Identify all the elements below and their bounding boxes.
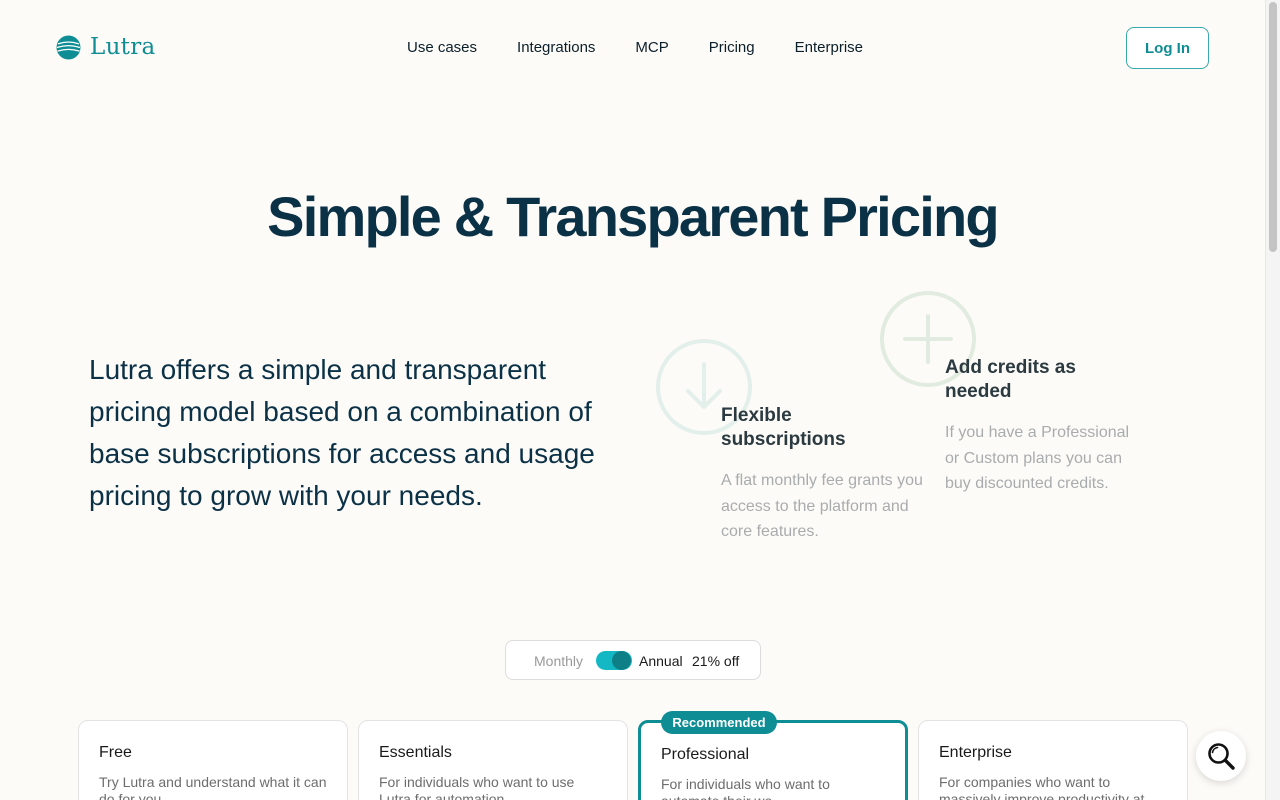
billing-switch[interactable]: [596, 651, 632, 670]
plan-card-essentials[interactable]: Essentials For individuals who want to u…: [358, 720, 628, 800]
plan-name: Essentials: [379, 744, 452, 761]
plan-description: For companies who want to massively impr…: [939, 774, 1145, 800]
page-scrollbar[interactable]: [1265, 0, 1280, 800]
pricing-intro: Lutra offers a simple and transparent pr…: [89, 354, 595, 511]
nav-integrations[interactable]: Integrations: [517, 39, 595, 56]
feature-title: Add credits as needed: [945, 357, 1076, 402]
plan-description: Try Lutra and understand what it can do …: [99, 774, 327, 800]
nav-enterprise[interactable]: Enterprise: [795, 39, 863, 56]
feature-title: Flexible subscriptions: [721, 405, 846, 450]
search-icon: [1208, 743, 1235, 770]
login-button[interactable]: Log In: [1126, 27, 1209, 69]
feature-description: A flat monthly fee grants you access to …: [721, 472, 923, 540]
feature-description: If you have a Professional or Custom pla…: [945, 424, 1130, 492]
recommended-badge: Recommended: [661, 711, 777, 734]
annual-discount-label: 21% off: [692, 653, 740, 669]
floating-search-button[interactable]: [1196, 731, 1246, 781]
brand-logo[interactable]: Lutra: [56, 34, 156, 60]
page-title: Simple & Transparent Pricing: [267, 185, 1000, 248]
nav-pricing[interactable]: Pricing: [709, 39, 755, 56]
billing-period-toggle: Monthly Annual 21% off: [505, 640, 761, 680]
plan-card-free[interactable]: Free Try Lutra and understand what it ca…: [78, 720, 348, 800]
brand-name: Lutra: [90, 34, 156, 60]
nav-use-cases[interactable]: Use cases: [407, 39, 477, 56]
plan-description: For individuals who want to automate the…: [661, 776, 830, 800]
plan-name: Enterprise: [939, 744, 1012, 761]
lutra-logo-icon: [56, 35, 81, 59]
plan-name: Free: [99, 744, 132, 761]
plan-description: For individuals who want to use Lutra fo…: [379, 774, 575, 800]
switch-knob: [612, 651, 631, 670]
nav-mcp[interactable]: MCP: [635, 39, 668, 56]
main-nav: Use cases Integrations MCP Pricing Enter…: [407, 39, 863, 56]
monthly-option[interactable]: Monthly: [534, 653, 583, 669]
plan-card-enterprise[interactable]: Enterprise For companies who want to mas…: [918, 720, 1188, 800]
plan-name: Professional: [661, 746, 750, 763]
scrollbar-thumb[interactable]: [1269, 2, 1277, 252]
annual-option[interactable]: Annual: [639, 653, 683, 669]
site-header: Lutra Use cases Integrations MCP Pricing…: [0, 0, 1265, 96]
